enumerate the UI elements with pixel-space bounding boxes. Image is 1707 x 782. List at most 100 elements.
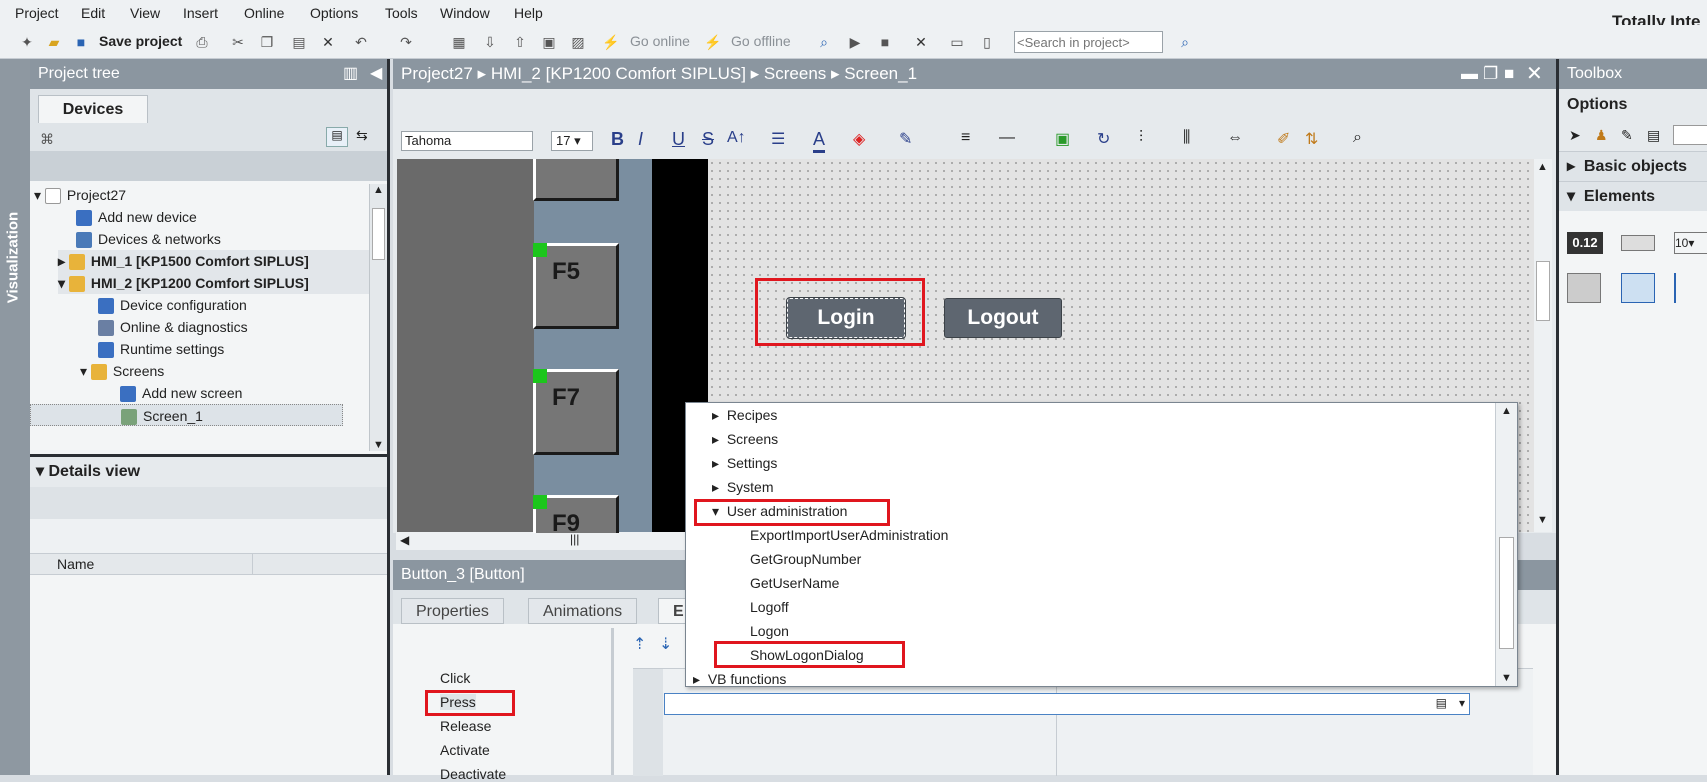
line-style-icon[interactable]: — [999, 129, 1015, 147]
underline-icon[interactable]: U [672, 129, 685, 150]
scroll-left-icon[interactable]: ◀ [400, 533, 409, 547]
line-color-icon[interactable]: ✎ [899, 129, 912, 149]
same-size-icon[interactable]: ⇔ [1227, 129, 1243, 147]
scroll-thumb[interactable] [1499, 537, 1514, 649]
properties-icon[interactable]: ✎ [1621, 127, 1633, 144]
bring-front-icon[interactable]: ▣ [1055, 129, 1070, 149]
dropdown-item-recipes[interactable]: ▸ Recipes [712, 404, 777, 426]
tree-item-hmi2[interactable]: ▾ HMI_2 [KP1200 Comfort SIPLUS] [58, 272, 374, 294]
close-icon[interactable]: ✕ [1526, 59, 1543, 89]
distribute-icon[interactable]: ⫼ [1183, 129, 1190, 147]
breadcrumb-screens[interactable]: Screens [764, 64, 826, 83]
dropdown-item-settings[interactable]: ▸ Settings [712, 452, 777, 474]
menu-edit[interactable]: Edit [81, 5, 105, 21]
f9-key[interactable]: F9 [533, 495, 619, 537]
table-icon[interactable]: ▤ [1647, 127, 1660, 144]
dropdown-item-logon[interactable]: Logon [750, 620, 789, 642]
save-icon[interactable]: ■ [72, 33, 90, 51]
tree-item-add-new-device[interactable]: Add new device [76, 206, 197, 228]
name-column-header[interactable]: Name [57, 556, 94, 572]
fill-color-icon[interactable]: ◈ [853, 129, 865, 149]
tree-item-screen1[interactable]: Screen_1 [30, 404, 343, 426]
dropdown-item-get-user-name[interactable]: GetUserName [750, 572, 839, 594]
tree-item-devices-networks[interactable]: Devices & networks [76, 228, 221, 250]
tab-devices[interactable]: Devices [38, 95, 148, 123]
breadcrumb-screen1[interactable]: Screen_1 [844, 64, 917, 83]
detail-view-toggle-icon[interactable]: ▤ [326, 127, 348, 147]
collapse-panel-icon[interactable]: ◀ [370, 59, 382, 89]
tree-item-add-new-screen[interactable]: Add new screen [120, 382, 242, 404]
f7-key[interactable]: F7 [533, 369, 619, 455]
text-align-icon[interactable]: ☰ [771, 129, 785, 149]
details-view-header[interactable]: ▾ Details view [30, 457, 387, 487]
canvas-vscrollbar[interactable]: ▲ ▼ [1534, 159, 1552, 532]
delete-icon[interactable]: ✕ [319, 33, 337, 51]
paste-icon[interactable]: ▤ [290, 33, 308, 51]
symbolic-io-icon[interactable]: 10▾ [1674, 232, 1707, 254]
dropdown-scrollbar[interactable]: ▲ ▼ [1495, 403, 1517, 686]
io-field-icon[interactable]: 0.12 [1567, 232, 1603, 254]
split-vertical-icon[interactable]: ▯ [978, 33, 996, 51]
open-project-icon[interactable]: ▰ [45, 33, 63, 51]
logout-button[interactable]: Logout [944, 298, 1062, 338]
stop-simulation-icon[interactable]: ▨ [569, 33, 587, 51]
tree-item-project27[interactable]: ▾ Project27 [34, 184, 126, 206]
scroll-down-icon[interactable]: ▼ [1501, 672, 1512, 684]
stop-cpu-icon[interactable]: ■ [876, 33, 894, 51]
tree-item-runtime-settings[interactable]: Runtime settings [98, 338, 224, 360]
f5-key[interactable]: F5 [533, 243, 619, 329]
float-icon[interactable]: ❐ [1483, 59, 1498, 89]
graphic-io-icon[interactable] [1621, 273, 1655, 303]
canvas-hscrollbar[interactable]: ◀ ||| [396, 532, 686, 550]
print-icon[interactable]: ⎙ [193, 33, 211, 51]
event-click[interactable]: Click [440, 670, 470, 686]
tab-properties[interactable]: Properties [401, 598, 504, 624]
graphic-view-icon[interactable] [1567, 273, 1601, 303]
visualization-side-tab[interactable]: Visualization [0, 59, 30, 775]
event-deactivate[interactable]: Deactivate [440, 766, 506, 782]
maximize-icon[interactable]: ■ [1504, 59, 1514, 89]
go-online-icon[interactable]: ⚡ [602, 33, 620, 51]
cut-icon[interactable]: ✂ [229, 33, 247, 51]
move-up-icon[interactable]: ⇡ [633, 634, 646, 654]
tab-animations[interactable]: Animations [528, 598, 638, 624]
font-color-icon[interactable]: A [813, 129, 826, 153]
breadcrumb-project[interactable]: Project27 [401, 64, 473, 83]
menu-project[interactable]: Project [15, 5, 59, 21]
basic-objects-section[interactable]: ▸ Basic objects [1559, 151, 1707, 181]
tree-scrollbar[interactable]: ▲ ▼ [369, 184, 387, 451]
overview-icon[interactable]: ⇆ [356, 127, 368, 144]
menu-online[interactable]: Online [244, 5, 284, 21]
tree-item-device-config[interactable]: Device configuration [98, 294, 247, 316]
scroll-down-icon[interactable]: ▼ [370, 439, 387, 451]
options-header[interactable]: Options [1559, 89, 1707, 121]
cross-reference-icon[interactable]: ✕ [912, 33, 930, 51]
accessible-devices-icon[interactable]: ⌕ [815, 33, 833, 51]
dropdown-item-export-import[interactable]: ExportImportUserAdministration [750, 524, 948, 546]
go-offline-button[interactable]: Go offline [731, 33, 791, 49]
menu-view[interactable]: View [130, 5, 160, 21]
start-cpu-icon[interactable]: ▶ [846, 33, 864, 51]
font-family-select[interactable]: Tahoma [401, 131, 533, 151]
event-activate[interactable]: Activate [440, 742, 490, 758]
font-size-select[interactable]: 17 ▾ [551, 131, 593, 151]
list-icon[interactable]: ▤ [1436, 696, 1447, 710]
new-project-icon[interactable]: ✦ [18, 33, 36, 51]
f3-key[interactable] [533, 159, 619, 201]
event-release[interactable]: Release [440, 718, 491, 734]
tree-item-screens[interactable]: ▾ Screens [80, 360, 164, 382]
scroll-thumb[interactable] [372, 208, 385, 260]
redo-icon[interactable]: ↷ [397, 33, 415, 51]
scroll-up-icon[interactable]: ▲ [370, 184, 387, 196]
go-online-button[interactable]: Go online [630, 33, 690, 49]
slider-icon[interactable] [1674, 273, 1707, 303]
download-icon[interactable]: ⇩ [481, 33, 499, 51]
simulate-icon[interactable]: ▣ [540, 33, 558, 51]
stamp-icon[interactable]: ♟ [1595, 127, 1608, 144]
menu-tools[interactable]: Tools [385, 5, 418, 21]
dropdown-item-vb-functions[interactable]: ▸ VB functions [693, 668, 786, 690]
menu-window[interactable]: Window [440, 5, 490, 21]
dropdown-item-screens[interactable]: ▸ Screens [712, 428, 778, 450]
upload-icon[interactable]: ⇧ [511, 33, 529, 51]
undo-icon[interactable]: ↶ [352, 33, 370, 51]
